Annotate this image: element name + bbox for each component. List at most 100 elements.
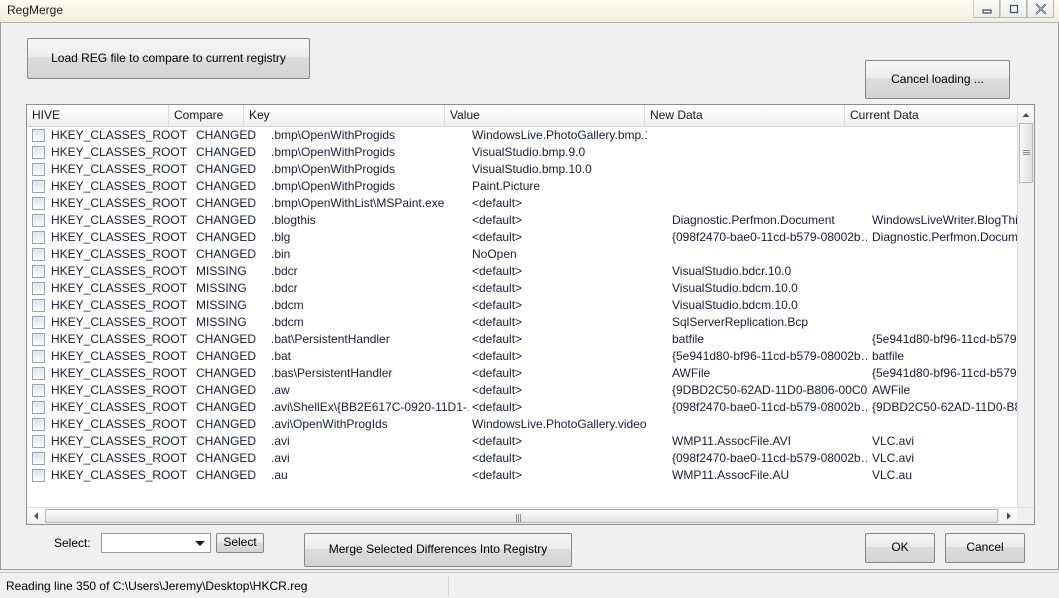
cell-hive: HKEY_CLASSES_ROOT <box>51 229 193 246</box>
cell-hive: HKEY_CLASSES_ROOT <box>51 467 193 484</box>
cancel-button[interactable]: Cancel <box>945 533 1025 563</box>
scroll-right-button[interactable] <box>1000 508 1017 524</box>
cell-compare: MISSING <box>196 263 268 280</box>
table-row[interactable]: HKEY_CLASSES_ROOTCHANGED.bmp\OpenWithPro… <box>27 178 1018 195</box>
table-row[interactable]: HKEY_CLASSES_ROOTCHANGED.aw<default>{9DB… <box>27 382 1018 399</box>
table-row[interactable]: HKEY_CLASSES_ROOTMISSING.bdcm<default>Sq… <box>27 314 1018 331</box>
row-checkbox[interactable] <box>32 231 45 244</box>
select-combobox[interactable] <box>101 533 211 553</box>
column-header-compare[interactable]: Compare <box>169 105 244 126</box>
column-header-value[interactable]: Value <box>445 105 645 126</box>
row-checkbox[interactable] <box>32 401 45 414</box>
scroll-up-button[interactable] <box>1018 105 1034 122</box>
cell-hive: HKEY_CLASSES_ROOT <box>51 399 193 416</box>
table-row[interactable]: HKEY_CLASSES_ROOTCHANGED.blogthis<defaul… <box>27 212 1018 229</box>
grid-horizontal-scrollbar[interactable] <box>27 507 1034 524</box>
load-reg-file-button[interactable]: Load REG file to compare to current regi… <box>27 38 310 79</box>
cell-value: <default> <box>472 433 647 450</box>
row-checkbox[interactable] <box>32 282 45 295</box>
row-checkbox[interactable] <box>32 469 45 482</box>
scroll-grip-h-icon <box>516 514 524 522</box>
table-row[interactable]: HKEY_CLASSES_ROOTCHANGED.bmp\OpenWithPro… <box>27 144 1018 161</box>
row-checkbox[interactable] <box>32 333 45 346</box>
cancel-loading-button[interactable]: Cancel loading ... <box>865 60 1010 99</box>
cell-current-data <box>872 161 1018 178</box>
select-button[interactable]: Select <box>216 533 264 553</box>
cell-compare: MISSING <box>196 280 268 297</box>
cell-key: .bmp\OpenWithProgids <box>271 127 469 144</box>
cell-hive: HKEY_CLASSES_ROOT <box>51 144 193 161</box>
cell-hive: HKEY_CLASSES_ROOT <box>51 348 193 365</box>
table-row[interactable]: HKEY_CLASSES_ROOTCHANGED.bat\PersistentH… <box>27 331 1018 348</box>
table-row[interactable]: HKEY_CLASSES_ROOTCHANGED.binNoOpen <box>27 246 1018 263</box>
column-header-hive[interactable]: HIVE <box>27 105 169 126</box>
minimize-button[interactable] <box>973 0 1000 18</box>
table-row[interactable]: HKEY_CLASSES_ROOTCHANGED.au<default>WMP1… <box>27 467 1018 484</box>
differences-grid[interactable]: HIVE Compare Key Value New Data Current … <box>26 104 1035 525</box>
column-header-new-data[interactable]: New Data <box>645 105 845 126</box>
cell-key: .aw <box>271 382 469 399</box>
cell-compare: CHANGED <box>196 416 268 433</box>
cell-new-data: {098f2470-bae0-11cd-b579-08002b… <box>672 450 867 467</box>
horizontal-scroll-thumb[interactable] <box>45 509 998 523</box>
table-row[interactable]: HKEY_CLASSES_ROOTCHANGED.avi<default>WMP… <box>27 433 1018 450</box>
table-row[interactable]: HKEY_CLASSES_ROOTCHANGED.bmp\OpenWithLis… <box>27 195 1018 212</box>
row-checkbox[interactable] <box>32 265 45 278</box>
row-checkbox[interactable] <box>32 384 45 397</box>
table-row[interactable]: HKEY_CLASSES_ROOTCHANGED.bmp\OpenWithPro… <box>27 161 1018 178</box>
cell-hive: HKEY_CLASSES_ROOT <box>51 161 193 178</box>
cell-new-data <box>672 195 867 212</box>
vertical-scroll-thumb[interactable] <box>1019 123 1033 183</box>
table-row[interactable]: HKEY_CLASSES_ROOTCHANGED.bas\PersistentH… <box>27 365 1018 382</box>
table-row[interactable]: HKEY_CLASSES_ROOTCHANGED.bmp\OpenWithPro… <box>27 127 1018 144</box>
grid-vertical-scrollbar[interactable] <box>1017 105 1034 524</box>
row-checkbox[interactable] <box>32 435 45 448</box>
row-checkbox[interactable] <box>32 146 45 159</box>
maximize-button[interactable] <box>1000 0 1027 18</box>
cell-new-data <box>672 161 867 178</box>
cell-key: .bdcm <box>271 314 469 331</box>
row-checkbox[interactable] <box>32 367 45 380</box>
scroll-left-button[interactable] <box>27 508 44 524</box>
cell-value: <default> <box>472 331 647 348</box>
cell-new-data: WMP11.AssocFile.AU <box>672 467 867 484</box>
row-checkbox[interactable] <box>32 197 45 210</box>
column-header-key[interactable]: Key <box>244 105 445 126</box>
cell-compare: CHANGED <box>196 178 268 195</box>
row-checkbox[interactable] <box>32 180 45 193</box>
window-controls <box>973 0 1054 18</box>
cell-compare: CHANGED <box>196 331 268 348</box>
merge-differences-button[interactable]: Merge Selected Differences Into Registry <box>304 533 572 567</box>
close-button[interactable] <box>1027 0 1054 18</box>
table-row[interactable]: HKEY_CLASSES_ROOTCHANGED.bat<default>{5e… <box>27 348 1018 365</box>
row-checkbox[interactable] <box>32 418 45 431</box>
cell-new-data <box>672 246 867 263</box>
row-checkbox[interactable] <box>32 299 45 312</box>
row-checkbox[interactable] <box>32 452 45 465</box>
table-row[interactable]: HKEY_CLASSES_ROOTCHANGED.avi<default>{09… <box>27 450 1018 467</box>
cell-key: .avi\OpenWithProgIds <box>271 416 469 433</box>
row-checkbox[interactable] <box>32 214 45 227</box>
cell-current-data: {5e941d80-bf96-11cd-b579-0800 <box>872 365 1018 382</box>
cell-current-data: Diagnostic.Perfmon.Document <box>872 229 1018 246</box>
titlebar: RegMerge <box>0 0 1059 23</box>
table-row[interactable]: HKEY_CLASSES_ROOTMISSING.bdcr<default>Vi… <box>27 263 1018 280</box>
column-header-current-data[interactable]: Current Data <box>845 105 1018 126</box>
ok-button[interactable]: OK <box>865 533 935 563</box>
table-row[interactable]: HKEY_CLASSES_ROOTCHANGED.avi\ShellEx\{BB… <box>27 399 1018 416</box>
table-row[interactable]: HKEY_CLASSES_ROOTMISSING.bdcr<default>Vi… <box>27 280 1018 297</box>
cell-compare: CHANGED <box>196 467 268 484</box>
row-checkbox[interactable] <box>32 248 45 261</box>
cell-new-data <box>672 178 867 195</box>
table-row[interactable]: HKEY_CLASSES_ROOTCHANGED.blg<default>{09… <box>27 229 1018 246</box>
row-checkbox[interactable] <box>32 350 45 363</box>
table-row[interactable]: HKEY_CLASSES_ROOTCHANGED.avi\OpenWithPro… <box>27 416 1018 433</box>
row-checkbox[interactable] <box>32 163 45 176</box>
window-title: RegMerge <box>7 3 63 17</box>
table-row[interactable]: HKEY_CLASSES_ROOTMISSING.bdcm<default>Vi… <box>27 297 1018 314</box>
chevron-up-icon <box>1022 107 1030 121</box>
row-checkbox[interactable] <box>32 316 45 329</box>
cell-hive: HKEY_CLASSES_ROOT <box>51 331 193 348</box>
cell-current-data: {5e941d80-bf96-11cd-b579-0800 <box>872 331 1018 348</box>
row-checkbox[interactable] <box>32 129 45 142</box>
